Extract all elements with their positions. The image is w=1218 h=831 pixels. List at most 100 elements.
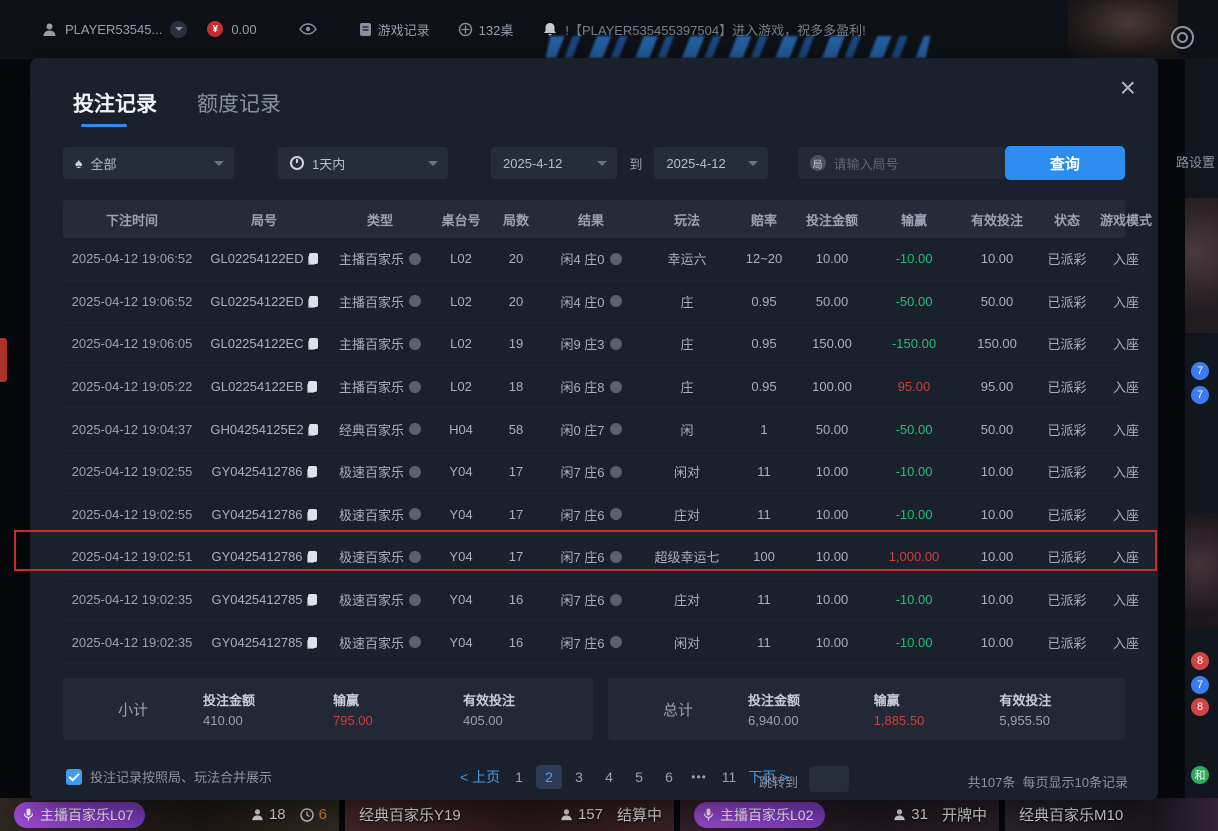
viewer-count-text: 18 xyxy=(269,806,286,823)
stream-card[interactable]: 经典百家乐M10 xyxy=(1005,798,1218,831)
info-icon[interactable] xyxy=(409,381,421,393)
eye-icon[interactable] xyxy=(299,23,317,35)
service-icon[interactable] xyxy=(1171,26,1194,49)
date-from-select[interactable]: 2025-4-12 xyxy=(491,147,617,179)
cell-game_no-text: 16 xyxy=(509,635,523,650)
cell-round-text: GL02254122ED xyxy=(210,294,303,309)
copy-icon[interactable] xyxy=(309,296,318,307)
road-badge: 8 xyxy=(1191,652,1209,670)
cell-odds: 100 xyxy=(735,549,793,564)
page-button-11[interactable]: 11 xyxy=(716,765,742,789)
cell-win-text: 95.00 xyxy=(898,379,931,394)
info-icon[interactable] xyxy=(610,466,622,478)
date-range-select[interactable]: 1天内 xyxy=(278,147,448,179)
cell-valid-text: 10.00 xyxy=(981,251,1014,266)
page-button-6[interactable]: 6 xyxy=(656,765,682,789)
table-row: 2025-04-12 19:06:05GL02254122EC主播百家乐L021… xyxy=(63,323,1125,366)
info-icon[interactable] xyxy=(610,338,622,350)
header-model-image xyxy=(1068,0,1178,58)
cell-win: -50.00 xyxy=(871,422,957,437)
info-icon[interactable] xyxy=(610,423,622,435)
jump-page-input[interactable] xyxy=(809,766,849,792)
tab-bet-records[interactable]: 投注记录 xyxy=(73,88,157,127)
cell-odds-text: 11 xyxy=(757,507,771,522)
copy-icon[interactable] xyxy=(309,338,318,349)
info-icon[interactable] xyxy=(610,508,622,520)
tab-quota-records[interactable]: 额度记录 xyxy=(197,88,281,127)
info-icon[interactable] xyxy=(610,253,622,265)
game-type-select[interactable]: ♠ 全部 xyxy=(63,147,234,179)
cell-valid-text: 50.00 xyxy=(981,422,1014,437)
info-icon[interactable] xyxy=(409,295,421,307)
date-to-select[interactable]: 2025-4-12 xyxy=(654,147,768,179)
page-button-5[interactable]: 5 xyxy=(626,765,652,789)
page-button-3[interactable]: 3 xyxy=(566,765,592,789)
info-icon[interactable] xyxy=(610,594,622,606)
copy-icon[interactable] xyxy=(308,381,317,392)
stream-card[interactable]: 主播百家乐L07186 xyxy=(0,798,345,831)
cell-result-text: 闲7 庄6 xyxy=(560,462,604,481)
timer-clock-icon xyxy=(300,808,314,822)
cell-type-text: 极速百家乐 xyxy=(339,547,404,566)
copy-icon[interactable] xyxy=(308,637,317,648)
cell-game_no: 16 xyxy=(489,592,543,607)
copy-icon[interactable] xyxy=(309,424,318,435)
info-icon[interactable] xyxy=(409,551,421,563)
cell-round: GL02254122EB xyxy=(201,379,327,394)
info-icon[interactable] xyxy=(409,253,421,265)
prev-page-button[interactable]: < 上页 xyxy=(458,765,502,789)
page-button-2[interactable]: 2 xyxy=(536,765,562,789)
info-icon[interactable] xyxy=(610,381,622,393)
bet-records-modal: × 投注记录 额度记录 ♠ 全部 1天内 2025-4-12 到 2025-4-… xyxy=(30,58,1158,800)
left-edge-decoration xyxy=(0,338,7,382)
caret-down-icon xyxy=(214,161,224,171)
stream-card[interactable]: 经典百家乐Y19157结算中 xyxy=(345,798,680,831)
cell-bet: 10.00 xyxy=(793,251,871,266)
cell-play: 庄对 xyxy=(639,590,735,609)
game-record-link[interactable]: 游戏记录 xyxy=(359,20,430,39)
cell-valid: 10.00 xyxy=(957,464,1037,479)
cell-game_no-text: 16 xyxy=(509,592,523,607)
cell-round-text: GY0425412786 xyxy=(211,464,302,479)
copy-icon[interactable] xyxy=(308,509,317,520)
info-icon[interactable] xyxy=(610,295,622,307)
cell-table: Y04 xyxy=(433,549,489,564)
stream-status: 结算中 xyxy=(617,804,662,825)
player-name[interactable]: PLAYER53545... xyxy=(65,22,162,37)
info-icon[interactable] xyxy=(409,338,421,350)
cell-game_no-text: 19 xyxy=(509,336,523,351)
info-icon[interactable] xyxy=(409,508,421,520)
info-icon[interactable] xyxy=(409,594,421,606)
checkbox-checked-icon[interactable] xyxy=(66,769,82,785)
cell-type: 主播百家乐 xyxy=(327,377,433,396)
merge-checkbox-row[interactable]: 投注记录按照局、玩法合并展示 xyxy=(66,767,272,786)
cell-table-text: Y04 xyxy=(449,507,472,522)
round-search-input[interactable]: 局 请输入局号 xyxy=(798,147,1005,179)
road-badge: 7 xyxy=(1191,676,1209,694)
chevron-down-icon[interactable] xyxy=(170,21,187,38)
copy-icon[interactable] xyxy=(308,551,317,562)
table-row: 2025-04-12 19:06:52GL02254122ED主播百家乐L022… xyxy=(63,238,1125,281)
line-settings-label[interactable]: 路设置 xyxy=(1176,152,1215,171)
table-count-link[interactable]: 132桌 xyxy=(458,20,514,39)
page-button-1[interactable]: 1 xyxy=(506,765,532,789)
info-icon[interactable] xyxy=(409,636,421,648)
records-count: 共107条 每页显示10条记录 xyxy=(968,772,1128,791)
page-button-4[interactable]: 4 xyxy=(596,765,622,789)
cell-odds-text: 11 xyxy=(757,592,771,607)
cell-round-text: GL02254122EB xyxy=(211,379,304,394)
copy-icon[interactable] xyxy=(308,466,317,477)
info-icon[interactable] xyxy=(409,423,421,435)
info-icon[interactable] xyxy=(610,551,622,563)
query-button[interactable]: 查询 xyxy=(1005,146,1125,180)
copy-icon[interactable] xyxy=(308,594,317,605)
cell-time: 2025-04-12 19:02:55 xyxy=(63,507,201,522)
close-icon[interactable]: × xyxy=(1120,74,1136,102)
cell-status: 已派彩 xyxy=(1037,420,1097,439)
info-icon[interactable] xyxy=(610,636,622,648)
stream-card[interactable]: 主播百家乐L0231开牌中 xyxy=(680,798,1005,831)
cell-result-text: 闲7 庄6 xyxy=(560,547,604,566)
info-icon[interactable] xyxy=(409,466,421,478)
column-header: 有效投注 xyxy=(957,210,1037,229)
copy-icon[interactable] xyxy=(309,253,318,264)
